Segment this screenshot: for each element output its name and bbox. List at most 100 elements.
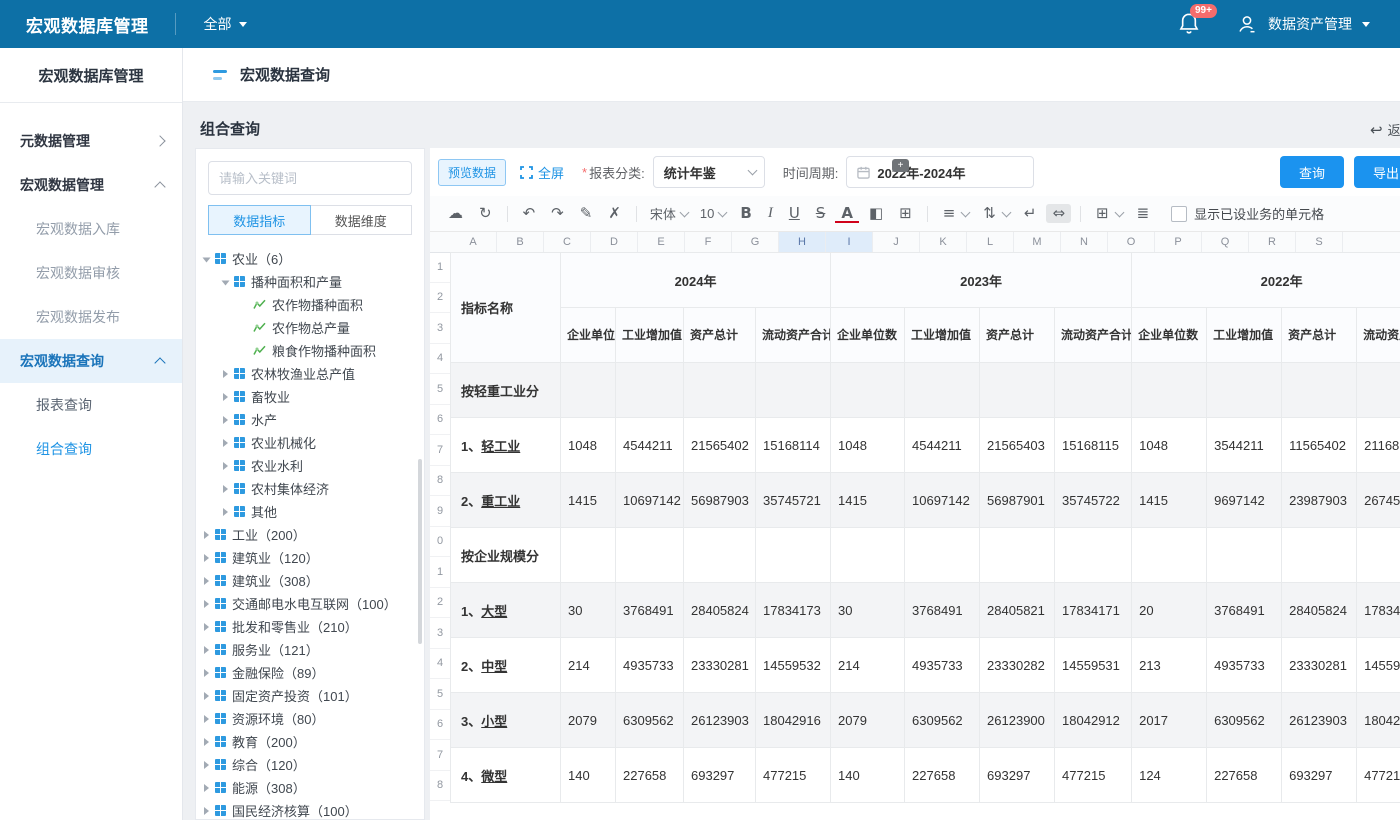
value-cell[interactable]: 17834173 xyxy=(1357,583,1400,638)
sidebar-item-宏观数据入库[interactable]: 宏观数据入库 xyxy=(0,207,182,251)
empty-cell[interactable] xyxy=(1282,528,1357,583)
insert-column-badge[interactable]: + xyxy=(892,159,909,172)
column-header-A[interactable]: A xyxy=(450,232,497,252)
italic-icon[interactable]: I xyxy=(762,204,779,223)
column-header-H[interactable]: H xyxy=(779,232,826,252)
undo-icon[interactable]: ↶ xyxy=(517,204,542,223)
empty-cell[interactable] xyxy=(1282,363,1357,418)
empty-cell[interactable] xyxy=(831,363,905,418)
value-cell[interactable]: 693297 xyxy=(684,748,756,803)
row-label-cell[interactable]: 1、大型 xyxy=(451,583,561,638)
empty-cell[interactable] xyxy=(561,528,616,583)
year-header-cell[interactable]: 2024年 xyxy=(561,253,831,308)
column-header-I[interactable]: I xyxy=(826,232,873,252)
empty-cell[interactable] xyxy=(561,363,616,418)
value-cell[interactable]: 23330281 xyxy=(1282,638,1357,693)
value-cell[interactable]: 15168115 xyxy=(1055,418,1132,473)
tree-collapse-icon[interactable] xyxy=(204,761,209,769)
tree-item-农村集体经济[interactable]: 农村集体经济 xyxy=(196,477,424,500)
tree-item-综合（120）[interactable]: 综合（120） xyxy=(196,753,424,776)
sidebar-item-宏观数据审核[interactable]: 宏观数据审核 xyxy=(0,251,182,295)
value-cell[interactable]: 35745722 xyxy=(1055,473,1132,528)
value-cell[interactable]: 23330281 xyxy=(684,638,756,693)
value-cell[interactable]: 3768491 xyxy=(616,583,684,638)
value-cell[interactable]: 4935733 xyxy=(905,638,980,693)
tree-item-工业（200）[interactable]: 工业（200） xyxy=(196,523,424,546)
value-cell[interactable]: 1415 xyxy=(1132,473,1207,528)
value-cell[interactable]: 1415 xyxy=(831,473,905,528)
empty-cell[interactable] xyxy=(1132,528,1207,583)
value-cell[interactable]: 693297 xyxy=(1282,748,1357,803)
empty-cell[interactable] xyxy=(980,363,1055,418)
value-cell[interactable]: 10697142 xyxy=(905,473,980,528)
value-cell[interactable]: 140 xyxy=(561,748,616,803)
value-cell[interactable]: 6309562 xyxy=(905,693,980,748)
column-header-S[interactable]: S xyxy=(1296,232,1343,252)
value-cell[interactable]: 21565403 xyxy=(980,418,1055,473)
value-cell[interactable]: 3768491 xyxy=(1207,583,1282,638)
strikethrough-icon[interactable]: S xyxy=(810,204,832,223)
value-cell[interactable]: 14559532 xyxy=(756,638,831,693)
tree-item-交通邮电水电互联网（100）[interactable]: 交通邮电水电互联网（100） xyxy=(196,592,424,615)
empty-cell[interactable] xyxy=(1207,528,1282,583)
metric-header-cell[interactable]: 资产总计 xyxy=(980,308,1055,363)
tree-item-农作物总产量[interactable]: 农作物总产量 xyxy=(196,316,424,339)
tree-item-批发和零售业（210）[interactable]: 批发和零售业（210） xyxy=(196,615,424,638)
metric-header-cell[interactable]: 企业单位数 xyxy=(561,308,616,363)
tab-data-dimension[interactable]: 数据维度 xyxy=(310,205,413,235)
user-menu[interactable]: 数据资产管理 xyxy=(1236,13,1370,35)
metric-header-cell[interactable]: 工业增加值 xyxy=(616,308,684,363)
preview-data-button[interactable]: 预览数据 xyxy=(438,159,506,186)
row-label-cell[interactable]: 3、小型 xyxy=(451,693,561,748)
tree-item-教育（200）[interactable]: 教育（200） xyxy=(196,730,424,753)
return-button[interactable]: ↩ 返回 xyxy=(1370,120,1400,139)
metric-header-cell[interactable]: 流动资产合计 xyxy=(756,308,831,363)
sidebar-item-报表查询[interactable]: 报表查询 xyxy=(0,383,182,427)
report-type-select[interactable]: 统计年鉴 xyxy=(653,156,765,188)
tree-item-农业机械化[interactable]: 农业机械化 xyxy=(196,431,424,454)
value-cell[interactable]: 56987903 xyxy=(684,473,756,528)
value-cell[interactable]: 17834173 xyxy=(756,583,831,638)
value-cell[interactable]: 35745721 xyxy=(756,473,831,528)
merge-cells-icon[interactable]: ⇔ xyxy=(1046,204,1071,223)
tree-collapse-icon[interactable] xyxy=(223,439,228,447)
row-list-icon[interactable]: ≣ xyxy=(1131,204,1156,223)
value-cell[interactable]: 17834171 xyxy=(1055,583,1132,638)
tree-collapse-icon[interactable] xyxy=(223,393,228,401)
value-cell[interactable]: 18042912 xyxy=(1055,693,1132,748)
tree-collapse-icon[interactable] xyxy=(223,370,228,378)
value-cell[interactable]: 140 xyxy=(831,748,905,803)
tree-item-金融保险（89）[interactable]: 金融保险（89） xyxy=(196,661,424,684)
value-cell[interactable]: 2079 xyxy=(561,693,616,748)
tree-item-其他[interactable]: 其他 xyxy=(196,500,424,523)
value-cell[interactable]: 23987903 xyxy=(1282,473,1357,528)
tree-item-农业（6）[interactable]: 农业（6） xyxy=(196,247,424,270)
tree-collapse-icon[interactable] xyxy=(204,531,209,539)
row-header-5[interactable]: 5 xyxy=(430,374,450,405)
tree-collapse-icon[interactable] xyxy=(204,669,209,677)
column-header-L[interactable]: L xyxy=(967,232,1014,252)
empty-cell[interactable] xyxy=(756,528,831,583)
export-button[interactable]: 导出 xyxy=(1354,156,1400,188)
tree-collapse-icon[interactable] xyxy=(204,738,209,746)
metric-header-cell[interactable]: 流动资产合计 xyxy=(1357,308,1400,363)
tree-item-农作物播种面积[interactable]: 农作物播种面积 xyxy=(196,293,424,316)
period-range-input[interactable]: 2022年-2024年 xyxy=(846,156,1034,188)
tree-collapse-icon[interactable] xyxy=(204,692,209,700)
value-cell[interactable]: 14559532 xyxy=(1357,638,1400,693)
tree-collapse-icon[interactable] xyxy=(204,577,209,585)
fullscreen-button[interactable]: 全屏 xyxy=(520,163,564,182)
sidebar-item-宏观数据管理[interactable]: 宏观数据管理 xyxy=(0,163,182,207)
row-header-2[interactable]: 2 xyxy=(430,283,450,314)
value-cell[interactable]: 26123903 xyxy=(1282,693,1357,748)
empty-cell[interactable] xyxy=(684,528,756,583)
row-header-6[interactable]: 6 xyxy=(430,405,450,436)
empty-cell[interactable] xyxy=(980,528,1055,583)
empty-cell[interactable] xyxy=(756,363,831,418)
empty-cell[interactable] xyxy=(1207,363,1282,418)
tree-collapse-icon[interactable] xyxy=(204,600,209,608)
column-header-P[interactable]: P xyxy=(1155,232,1202,252)
search-input[interactable] xyxy=(209,171,403,186)
value-cell[interactable]: 28405821 xyxy=(980,583,1055,638)
row-header-18[interactable]: 8 xyxy=(430,771,450,802)
